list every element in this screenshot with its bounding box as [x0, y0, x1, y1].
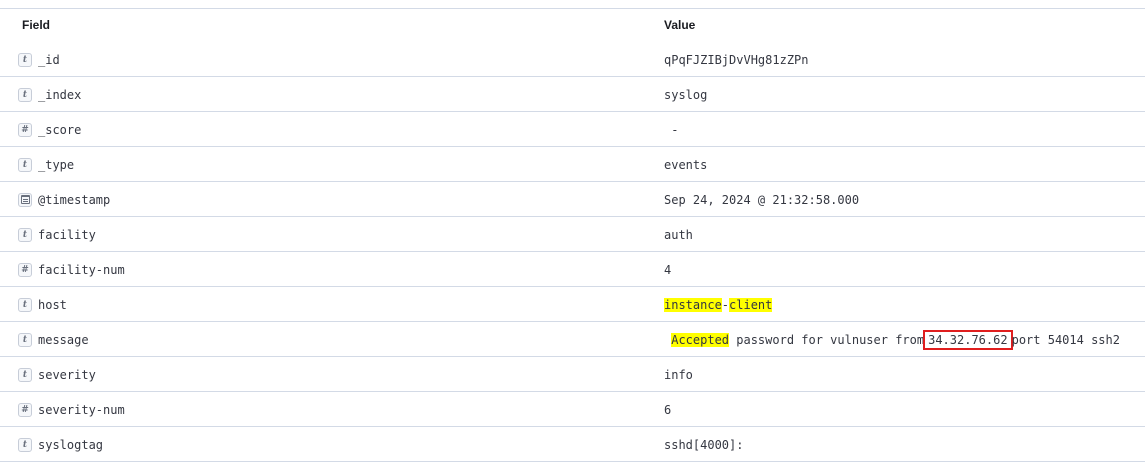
table-row: t message Accepted password for vulnuser…	[0, 322, 1145, 357]
field-value: events	[664, 157, 708, 172]
table-row: # facility-num 4	[0, 252, 1145, 287]
value-text: password for vulnuser from	[729, 332, 925, 347]
field-name: syslogtag	[38, 437, 104, 452]
number-type-icon: #	[18, 122, 32, 137]
annotated-ip-address: 34.32.76.62	[923, 329, 1013, 350]
field-column-header: Field	[22, 18, 51, 32]
field-value: info	[664, 367, 693, 382]
field-value: Accepted password for vulnuser from 34.32…	[664, 322, 1120, 357]
value-separator: -	[721, 297, 730, 312]
search-highlight: instance	[664, 297, 722, 312]
calendar-type-icon	[18, 192, 32, 207]
table-header: Field Value	[0, 9, 1145, 42]
number-type-icon: #	[18, 262, 32, 277]
field-name: _index	[38, 87, 82, 102]
table-row: t _id qPqFJZIBjDvVHg81zZPn	[0, 42, 1145, 77]
field-value: syslog	[664, 87, 708, 102]
field-value: qPqFJZIBjDvVHg81zZPn	[664, 52, 809, 67]
string-type-icon: t	[18, 367, 32, 382]
field-value: Sep 24, 2024 @ 21:32:58.000	[664, 192, 860, 207]
field-name: @timestamp	[38, 192, 111, 207]
table-row: t host instance - client	[0, 287, 1145, 322]
table-row: # _score -	[0, 112, 1145, 147]
field-name: host	[38, 297, 67, 312]
string-type-icon: t	[18, 52, 32, 67]
field-name: _id	[38, 52, 60, 67]
string-type-icon: t	[18, 227, 32, 242]
field-value: -	[664, 122, 679, 137]
table-row: t facility auth	[0, 217, 1145, 252]
field-value: instance - client	[664, 287, 773, 322]
number-type-icon: #	[18, 402, 32, 417]
field-name: facility-num	[38, 262, 125, 277]
field-value: 6	[664, 402, 672, 417]
string-type-icon: t	[18, 157, 32, 172]
field-name: _type	[38, 157, 75, 172]
search-highlight: client	[729, 297, 773, 312]
value-text: port 54014 ssh2	[1011, 332, 1120, 347]
string-type-icon: t	[18, 87, 32, 102]
field-value: 4	[664, 262, 672, 277]
string-type-icon: t	[18, 437, 32, 452]
field-value: sshd[4000]:	[664, 437, 744, 452]
search-highlight: Accepted	[671, 332, 730, 347]
table-row: t severity info	[0, 357, 1145, 392]
document-fields-table: Field Value t _id qPqFJZIBjDvVHg81zZPn t…	[0, 8, 1145, 462]
value-column-header: Value	[664, 18, 696, 32]
table-row: @timestamp Sep 24, 2024 @ 21:32:58.000	[0, 182, 1145, 217]
field-name: severity-num	[38, 402, 125, 417]
table-row: # severity-num 6	[0, 392, 1145, 427]
field-value: auth	[664, 227, 693, 242]
string-type-icon: t	[18, 332, 32, 347]
field-name: severity	[38, 367, 96, 382]
table-row: t _index syslog	[0, 77, 1145, 112]
field-name: facility	[38, 227, 96, 242]
value-text	[664, 333, 671, 347]
table-row: t syslogtag sshd[4000]:	[0, 427, 1145, 462]
field-name: message	[38, 332, 89, 347]
field-name: _score	[38, 122, 82, 137]
string-type-icon: t	[18, 297, 32, 312]
table-row: t _type events	[0, 147, 1145, 182]
